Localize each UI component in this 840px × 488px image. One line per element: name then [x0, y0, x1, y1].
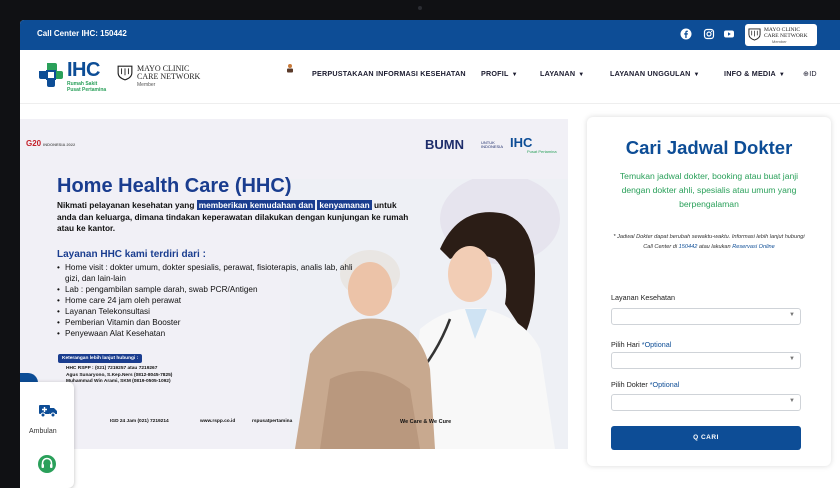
nav-info-media-label: INFO & MEDIA	[724, 69, 776, 78]
dokter-label-text: Pilih Dokter	[611, 380, 648, 389]
optional-tag: *Optional	[649, 380, 680, 389]
contact-line: HHC RSPP : (021) 7219257 atau 7219267	[66, 366, 158, 371]
camera-dot	[418, 6, 422, 10]
banner-lead: Nikmati pelayanan kesehatan yang memberi…	[57, 200, 417, 235]
chevron-down-icon: ▼	[789, 312, 795, 318]
language-switch[interactable]: ⊕ID	[803, 69, 817, 78]
nav-layanan-unggulan[interactable]: LAYANAN UNGGULAN ▼	[610, 69, 700, 78]
ihc-cross-icon	[39, 63, 63, 87]
list-item: Pemberian Vitamin dan Booster	[57, 317, 357, 328]
g20-logo: G20 INDONESIA 2022	[26, 139, 75, 148]
chevron-down-icon: ▼	[578, 72, 585, 78]
nav-profil-label: PROFIL	[481, 69, 509, 78]
list-item: Home visit : dokter umum, dokter spesial…	[57, 262, 357, 284]
mayo-clinic-logo[interactable]: MAYO CLINIC CARE NETWORK Member	[117, 65, 217, 89]
ihc-sub2: Pusat Pertamina	[67, 87, 107, 93]
chevron-down-icon: ▼	[511, 72, 518, 78]
facebook-icon[interactable]	[680, 28, 692, 40]
bumn-logo: BUMN	[425, 137, 464, 152]
chevron-down-icon: ▼	[693, 72, 700, 78]
list-item: Lab : pengambilan sample darah, swab PCR…	[57, 284, 357, 295]
mayo-shield-icon	[748, 28, 761, 41]
library-icon	[287, 64, 293, 73]
nav-layanan-label: LAYANAN	[540, 69, 576, 78]
social-handle-text: rspusatpertamina	[252, 419, 293, 424]
nav-perpustakaan-label: PERPUSTAKAAN INFORMASI KESEHATAN	[312, 69, 466, 78]
list-item: Penyewaan Alat Kesehatan	[57, 328, 357, 339]
lead-highlight-1: memberikan kemudahan dan	[196, 200, 316, 210]
ambulance-icon[interactable]	[38, 402, 58, 418]
contact-lines: HHC RSPP : (021) 7219257 atau 7219267 Ag…	[66, 366, 172, 386]
g20-text: G20	[26, 139, 42, 148]
ihc-logo[interactable]: IHC Rumah Sakit Pusat Pertamina	[37, 59, 117, 93]
hari-label: Pilih Hari *Optional	[611, 340, 671, 349]
ambulance-label[interactable]: Ambulan	[29, 428, 57, 435]
nav-profil[interactable]: PROFIL ▼	[481, 69, 518, 78]
lead-highlight-2: kenyamanan	[317, 200, 372, 210]
dokter-label: Pilih Dokter *Optional	[611, 380, 679, 389]
nav-info-media[interactable]: INFO & MEDIA ▼	[724, 69, 785, 78]
layanan-list: Home visit : dokter umum, dokter spesial…	[57, 262, 357, 339]
lead-text-1: Nikmati pelayanan kesehatan yang	[57, 200, 197, 210]
call-center-text[interactable]: Call Center IHC: 150442	[37, 29, 127, 38]
call-center-link[interactable]: 150442	[679, 244, 698, 250]
hari-select[interactable]: ▼	[611, 352, 801, 369]
nav-layanan-unggulan-label: LAYANAN UNGGULAN	[610, 69, 691, 78]
layanan-select[interactable]: ▼	[611, 308, 801, 325]
banner-footer: IGD 24 Jam (021) 7219214 www.rspp.co.id …	[100, 415, 560, 431]
panel-note: * Jadwal Dokter dapat berubah sewaktu-wa…	[609, 233, 809, 252]
layanan-label: Layanan Kesehatan	[611, 293, 675, 302]
nav-layanan[interactable]: LAYANAN ▼	[540, 69, 584, 78]
contact-heading: Keterangan lebih lanjut hubungi :	[58, 354, 143, 363]
language-label: ⊕ID	[803, 69, 817, 78]
instagram-icon[interactable]	[703, 28, 715, 40]
top-bar: Call Center IHC: 150442 MAYO CLINIC CARE …	[20, 20, 840, 50]
mayo-clinic-badge[interactable]: MAYO CLINIC CARE NETWORK Member	[745, 24, 817, 46]
ihc-banner-sub: Pusat Pertamina	[527, 149, 557, 154]
youtube-icon[interactable]	[723, 28, 735, 40]
chevron-down-icon: ▼	[778, 72, 786, 78]
panel-description: Temukan jadwal dokter, booking atau buat…	[619, 171, 799, 209]
floating-quick-actions: Ambulan	[20, 382, 74, 488]
dokter-select[interactable]: ▼	[611, 394, 801, 411]
website-text: www.rspp.co.id	[200, 419, 236, 424]
reservasi-online-link[interactable]: Reservasi Online	[732, 244, 775, 250]
mayo-nav-line2: CARE NETWORK	[137, 72, 201, 81]
customer-service-icon[interactable]	[37, 454, 57, 474]
optional-tag: *Optional	[641, 340, 672, 349]
ihc-banner-logo: IHC	[510, 135, 533, 150]
bumn-sub: UNTUK INDONESIA	[481, 140, 504, 149]
panel-title: Cari Jadwal Dokter	[625, 137, 793, 158]
chevron-down-icon: ▼	[789, 398, 795, 404]
browser-screen: Call Center IHC: 150442 MAYO CLINIC CARE …	[20, 20, 840, 488]
ihc-brand-text: IHC	[67, 59, 100, 81]
contact-line: Muhammad Win Arami, SKM (0819-0505-1092)	[66, 379, 171, 384]
hari-label-text: Pilih Hari	[611, 340, 640, 349]
search-button[interactable]: Q CARI	[611, 426, 801, 450]
list-item: Home care 24 jam oleh perawat	[57, 295, 357, 306]
igd-text: IGD 24 Jam (021) 7219214	[110, 419, 169, 424]
g20-sub: INDONESIA 2022	[43, 142, 76, 147]
banner-title: Home Health Care (HHC)	[57, 175, 292, 197]
hhc-banner[interactable]: G20 INDONESIA 2022 BUMN UNTUK INDONESIA I…	[20, 119, 568, 449]
doctor-schedule-panel: Cari Jadwal Dokter Temukan jadwal dokter…	[587, 117, 831, 466]
device-bezel: Call Center IHC: 150442 MAYO CLINIC CARE …	[0, 0, 840, 488]
nav-perpustakaan[interactable]: PERPUSTAKAAN INFORMASI KESEHATAN	[312, 69, 466, 78]
mayo-nav-member: Member	[137, 82, 156, 88]
tagline-text: We Care & We Cure	[400, 419, 452, 425]
mayo-shield-icon	[117, 65, 133, 81]
note-text-2: atau lakukan	[697, 243, 733, 250]
mayo-member: Member	[772, 39, 787, 44]
chevron-down-icon: ▼	[789, 356, 795, 362]
layanan-title: Layanan HHC kami terdiri dari :	[57, 249, 206, 260]
list-item: Layanan Telekonsultasi	[57, 306, 357, 317]
